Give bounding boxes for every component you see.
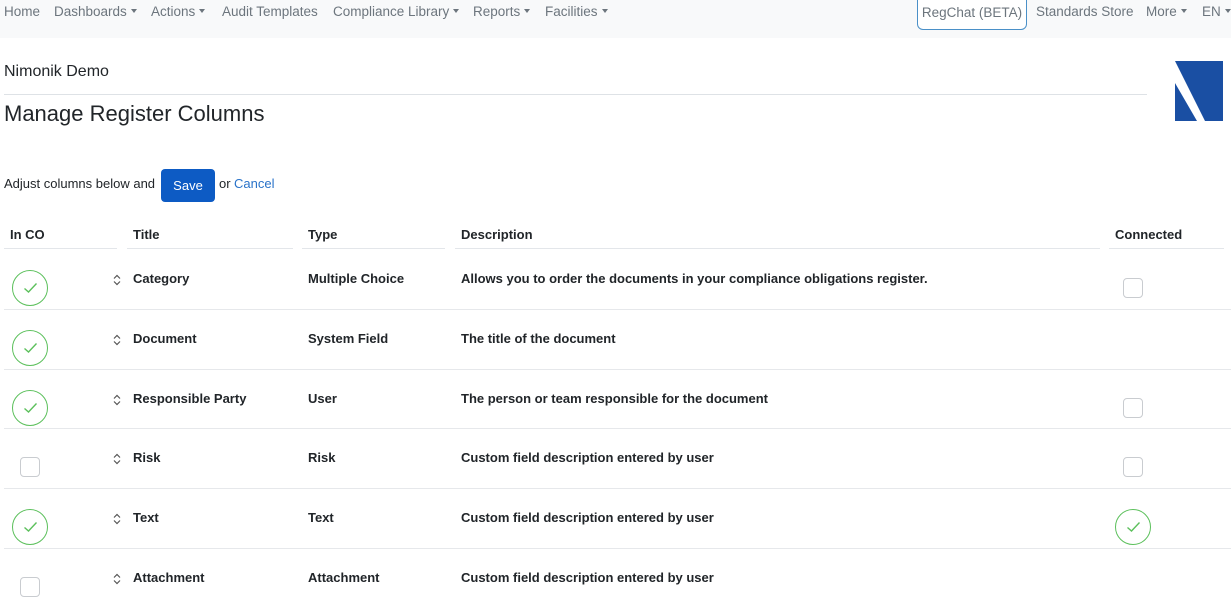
caret-down-icon — [1224, 9, 1231, 14]
row-description: Custom field description entered by user — [461, 570, 714, 585]
sort-handle-icon[interactable] — [113, 273, 121, 286]
row-title: Responsible Party — [133, 391, 247, 406]
connected-checked-toggle[interactable] — [1115, 509, 1151, 545]
caret-down-icon — [130, 9, 137, 14]
row-divider — [4, 428, 1231, 429]
row-title: Risk — [133, 450, 161, 465]
row-divider — [4, 369, 1231, 370]
row-type: Multiple Choice — [308, 271, 405, 286]
row-description: Custom field description entered by user — [461, 510, 714, 525]
organization-name: Nimonik Demo — [4, 63, 109, 80]
connected-checkbox[interactable] — [1123, 457, 1143, 477]
row-title: Attachment — [133, 570, 205, 585]
column-header-connected[interactable]: Connected — [1115, 227, 1182, 242]
header-underline — [455, 248, 1100, 249]
check-icon — [24, 403, 38, 413]
column-header-title[interactable]: Title — [133, 227, 160, 242]
nav-language-label: EN — [1202, 4, 1221, 19]
check-icon — [1127, 522, 1141, 532]
cancel-link[interactable]: Cancel — [234, 176, 274, 191]
nav-compliance-library-label: Compliance Library — [333, 4, 450, 19]
nav-facilities[interactable]: Facilities — [545, 0, 608, 24]
nav-actions-label: Actions — [151, 4, 196, 19]
row-divider — [4, 309, 1231, 310]
caret-down-icon — [199, 9, 206, 14]
caret-down-icon — [524, 9, 531, 14]
nav-compliance-library[interactable]: Compliance Library — [333, 0, 460, 24]
sort-handle-icon[interactable] — [113, 333, 121, 346]
row-description: Custom field description entered by user — [461, 450, 714, 465]
sort-handle-icon[interactable] — [113, 572, 121, 585]
row-description: Allows you to order the documents in you… — [461, 271, 928, 286]
row-description: The title of the document — [461, 331, 616, 346]
row-description: The person or team responsible for the d… — [461, 391, 768, 406]
check-icon — [24, 283, 38, 293]
nav-language[interactable]: EN — [1202, 0, 1231, 24]
header-underline — [127, 248, 293, 249]
in-co-checked-toggle[interactable] — [12, 270, 48, 306]
check-icon — [24, 343, 38, 353]
row-type: User — [308, 391, 337, 406]
row-title: Text — [133, 510, 159, 525]
adjust-columns-text: Adjust columns below and — [4, 176, 156, 191]
header-underline — [1109, 248, 1224, 249]
row-type: Attachment — [308, 570, 380, 585]
in-co-checkbox[interactable] — [20, 457, 40, 477]
column-header-description[interactable]: Description — [461, 227, 533, 242]
save-button[interactable]: Save — [161, 169, 215, 202]
nav-standards-store[interactable]: Standards Store — [1036, 0, 1134, 24]
or-text: or — [219, 176, 231, 191]
nav-dashboards-label: Dashboards — [54, 4, 127, 19]
check-icon — [24, 522, 38, 532]
nav-reports-label: Reports — [473, 4, 521, 19]
row-type: System Field — [308, 331, 389, 346]
column-header-type[interactable]: Type — [308, 227, 337, 242]
nav-home[interactable]: Home — [4, 0, 40, 24]
nav-facilities-label: Facilities — [545, 4, 598, 19]
nav-regchat-button[interactable]: RegChat (BETA) — [917, 0, 1027, 30]
in-co-checked-toggle[interactable] — [12, 509, 48, 545]
nav-more-label: More — [1146, 4, 1177, 19]
connected-checkbox[interactable] — [1123, 398, 1143, 418]
nav-dashboards[interactable]: Dashboards — [54, 0, 137, 24]
row-divider — [4, 548, 1231, 549]
row-title: Category — [133, 271, 190, 286]
nav-more[interactable]: More — [1146, 0, 1187, 24]
nav-audit-templates[interactable]: Audit Templates — [222, 0, 318, 24]
header-divider — [4, 94, 1147, 95]
company-logo — [1175, 61, 1223, 121]
top-navbar: Home Dashboards Actions Audit Templates … — [0, 0, 1231, 38]
sort-handle-icon[interactable] — [113, 452, 121, 465]
nav-actions[interactable]: Actions — [151, 0, 206, 24]
sort-handle-icon[interactable] — [113, 512, 121, 525]
row-title: Document — [133, 331, 197, 346]
in-co-checkbox[interactable] — [20, 577, 40, 597]
row-type: Text — [308, 510, 334, 525]
nav-reports[interactable]: Reports — [473, 0, 531, 24]
caret-down-icon — [601, 9, 608, 14]
in-co-checked-toggle[interactable] — [12, 390, 48, 426]
sort-handle-icon[interactable] — [113, 393, 121, 406]
row-type: Risk — [308, 450, 336, 465]
caret-down-icon — [453, 9, 460, 14]
caret-down-icon — [1180, 9, 1187, 14]
connected-checkbox[interactable] — [1123, 278, 1143, 298]
column-header-in-co[interactable]: In CO — [10, 227, 45, 242]
header-underline — [4, 248, 117, 249]
row-divider — [4, 488, 1231, 489]
header-underline — [302, 248, 445, 249]
in-co-checked-toggle[interactable] — [12, 330, 48, 366]
page-title: Manage Register Columns — [4, 101, 265, 126]
